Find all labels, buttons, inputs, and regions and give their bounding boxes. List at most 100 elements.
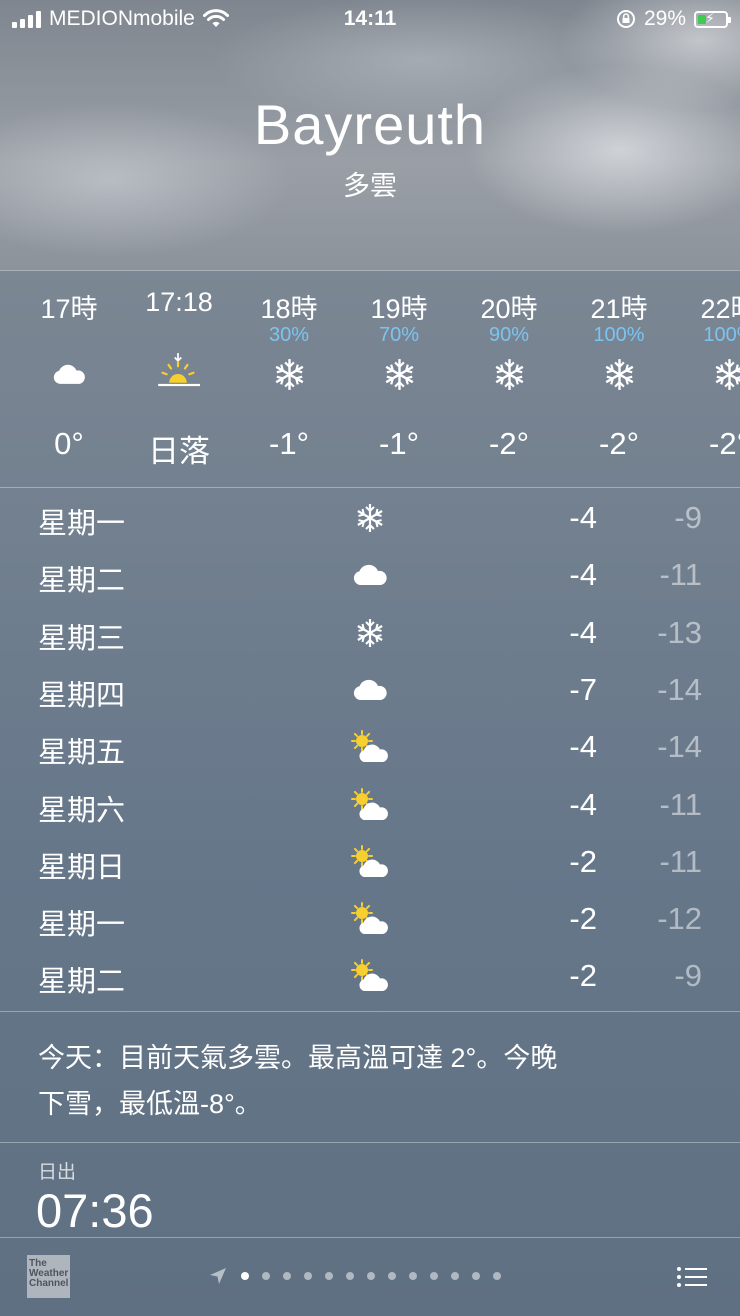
hour-time: 20時 (480, 294, 538, 324)
hour-temp: -1° (269, 426, 309, 461)
summary-line: 下雪，最低溫-8°。 (38, 1089, 262, 1119)
daily-row: 星期二 -2 -9 (0, 948, 740, 1005)
orientation-lock-icon (616, 10, 635, 28)
high-temp: -2 (569, 843, 597, 879)
hour-temp: 日落 (148, 434, 210, 469)
high-temp: -4 (569, 557, 597, 593)
snowflake-icon (454, 351, 564, 397)
day-name: 星期六 (38, 794, 126, 827)
hour-temp: -1° (379, 426, 419, 461)
precip-chance: 30% (268, 324, 310, 346)
snowflake-icon (345, 613, 395, 653)
daily-row: 星期日 -2 -11 (0, 834, 740, 891)
precip-chance: 100% (703, 324, 740, 346)
page-dot[interactable] (304, 1272, 312, 1280)
day-name: 星期二 (38, 565, 126, 598)
precip-chance: 90% (488, 324, 530, 346)
hour-time: 18時 (260, 294, 318, 324)
hour-time: 17:18 (145, 287, 213, 317)
hour-time: 21時 (590, 294, 648, 324)
low-temp: -11 (659, 843, 702, 879)
city-name: Bayreuth (253, 93, 487, 156)
daily-row: 星期三 -4 -13 (0, 605, 740, 662)
high-temp: -4 (569, 729, 597, 765)
daily-row: 星期一 -2 -12 (0, 891, 740, 948)
hourly-forecast[interactable]: 17時 0° 17:18 日落 18時 30% -1° 19時 70% -1° … (0, 271, 740, 486)
snowflake-icon (345, 498, 395, 538)
low-temp: -9 (674, 500, 702, 535)
precip-chance: 70% (378, 324, 420, 346)
page-dot[interactable] (346, 1272, 354, 1280)
page-dot[interactable] (472, 1272, 480, 1280)
cloud-icon (345, 670, 395, 710)
high-temp: -4 (569, 786, 597, 822)
day-name: 星期四 (38, 679, 126, 712)
current-condition: 多雲 (343, 171, 397, 201)
snowflake-icon (234, 351, 344, 397)
daily-row: 星期一 -4 -9 (0, 490, 740, 547)
list-icon[interactable] (676, 1266, 708, 1288)
day-name: 星期一 (38, 508, 126, 540)
low-temp: -14 (657, 671, 702, 707)
high-temp: -2 (569, 958, 597, 994)
partly-sunny-icon (345, 785, 395, 825)
page-dot[interactable] (262, 1272, 270, 1280)
divider (0, 487, 740, 488)
page-dot[interactable] (430, 1272, 438, 1280)
day-name: 星期二 (38, 966, 126, 999)
partly-sunny-icon (345, 956, 395, 996)
low-temp: -11 (659, 786, 702, 822)
cloud-icon (14, 351, 124, 397)
high-temp: -7 (569, 671, 597, 707)
daily-row: 星期五 -4 -14 (0, 719, 740, 776)
location-arrow-icon (210, 1268, 226, 1284)
page-dot[interactable] (451, 1272, 459, 1280)
daily-row: 星期六 -4 -11 (0, 777, 740, 834)
low-temp: -9 (674, 958, 702, 994)
snowflake-icon (344, 351, 454, 397)
hour-time: 22時 (700, 294, 740, 324)
divider (0, 1142, 740, 1143)
snowflake-icon (564, 351, 674, 397)
hour-time: 19時 (370, 294, 428, 324)
daily-row: 星期二 -4 -11 (0, 547, 740, 604)
page-dot[interactable] (241, 1272, 249, 1280)
page-indicator[interactable] (208, 1266, 501, 1286)
bottom-toolbar: The Weather Channel (0, 1240, 740, 1316)
page-dot[interactable] (283, 1272, 291, 1280)
daily-row: 星期四 -7 -14 (0, 662, 740, 719)
precip-chance: 100% (593, 324, 645, 346)
page-dot[interactable] (367, 1272, 375, 1280)
partly-sunny-icon (345, 727, 395, 767)
hour-temp: -2° (489, 426, 529, 461)
hour-temp: 0° (54, 426, 84, 461)
page-dot[interactable] (493, 1272, 501, 1280)
hour-time: 17時 (40, 294, 98, 324)
divider (0, 1011, 740, 1012)
divider (0, 1237, 740, 1238)
day-name: 星期日 (38, 851, 126, 884)
day-name: 星期一 (38, 909, 126, 942)
day-name: 星期五 (38, 737, 126, 770)
partly-sunny-icon (345, 842, 395, 882)
high-temp: -4 (569, 500, 597, 535)
page-dot[interactable] (388, 1272, 396, 1280)
summary-line: 今天：目前天氣多雲。最高溫可達 2°。今晚 (38, 1043, 558, 1073)
low-temp: -14 (657, 729, 702, 765)
low-temp: -12 (657, 901, 702, 937)
hour-temp: -2° (599, 426, 639, 461)
today-summary: 今天：目前天氣多雲。最高溫可達 2°。今晚 下雪，最低溫-8°。 (38, 1035, 678, 1127)
status-bar: MEDIONmobile 14:11 29% ⚡ (0, 0, 740, 38)
battery-percent: 29% (643, 7, 686, 30)
cloud-icon (345, 555, 395, 595)
low-temp: -13 (657, 614, 702, 650)
page-dot[interactable] (409, 1272, 417, 1280)
partly-sunny-icon (345, 899, 395, 939)
high-temp: -2 (569, 901, 597, 937)
day-name: 星期三 (38, 622, 126, 655)
sunrise-label: 日出 (38, 1162, 77, 1183)
weather-channel-logo[interactable]: The Weather Channel (27, 1255, 70, 1298)
low-temp: -11 (659, 557, 702, 593)
sunset-icon (124, 351, 234, 397)
page-dot[interactable] (325, 1272, 333, 1280)
